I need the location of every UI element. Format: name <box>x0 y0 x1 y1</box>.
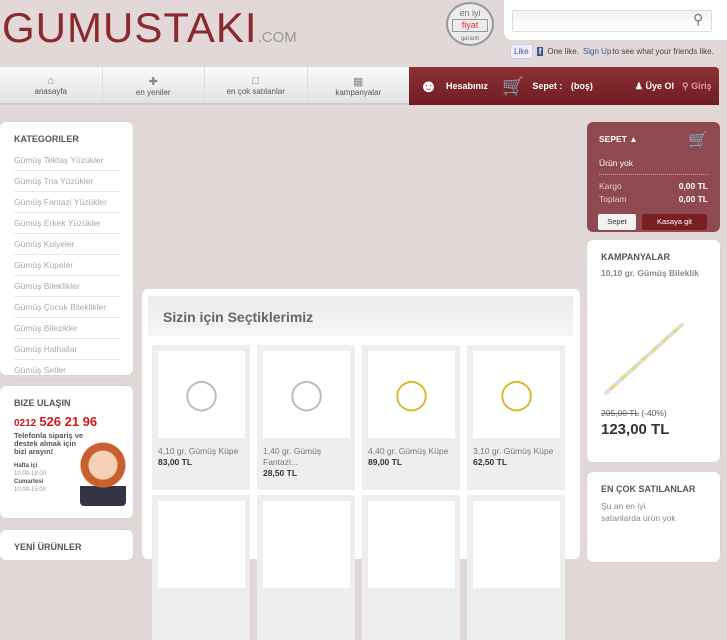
category-item[interactable]: Gümüş Kolyeler <box>14 234 119 255</box>
product-card[interactable] <box>152 495 250 640</box>
category-item[interactable]: Gümüş Setler <box>14 360 119 381</box>
logo[interactable]: GUMUSTAKI.COM <box>2 4 297 52</box>
nav-anasayfa[interactable]: ⌂ anasayfa <box>0 67 103 103</box>
support-agent-image <box>80 440 126 506</box>
category-item[interactable]: Gümüş Tektaş Yüzükler <box>14 150 119 171</box>
category-item[interactable]: Gümüş Bilezikler <box>14 318 119 339</box>
cart-icon: 🛒 <box>501 75 525 96</box>
register-link[interactable]: ♟ Üye Ol <box>635 81 674 92</box>
cart-button[interactable]: Sepet <box>598 214 636 230</box>
product-card[interactable]: ◯ 1,40 gr. Gümüş Fantazi... 28,50 TL <box>257 345 355 490</box>
product-card[interactable]: ◯ 4,40 gr. Gümüş Küpe 89,00 TL <box>362 345 460 490</box>
fb-signup-link[interactable]: Sign Up <box>583 47 611 56</box>
search-icon[interactable]: ⚲ <box>693 11 703 28</box>
cart-icon: 🛒 <box>688 132 708 149</box>
search-input[interactable] <box>512 10 712 32</box>
nav-en-cok-satilanlar[interactable]: □ en çok satılanlar <box>205 67 308 103</box>
plus-icon: ✚ <box>148 76 158 88</box>
login-link[interactable]: ⚲ Giriş <box>682 81 712 92</box>
product-image[interactable]: ◯ <box>368 351 455 438</box>
facebook-icon: f <box>536 47 544 56</box>
cart-toggle[interactable]: SEPET ▲ <box>599 134 638 150</box>
featured-title: Sizin için Seçtiklerimiz <box>148 296 573 336</box>
product-card[interactable]: ◯ 3,10 gr. Gümüş Küpe 62,50 TL <box>467 345 565 490</box>
product-card[interactable]: ◯ 4,10 gr. Gümüş Küpe 83,00 TL <box>152 345 250 490</box>
best-price-badge: en iyi fiyat garanti <box>446 2 494 46</box>
product-image[interactable]: ◯ <box>473 351 560 438</box>
nav-kampanyalar[interactable]: ▦ kampanyalar <box>308 67 410 103</box>
account-bar: ☻ Hesabınız 🛒 Sepet : (boş) ♟ Üye Ol ⚲ G… <box>409 67 719 105</box>
categories-panel: KATEGORILER Gümüş Tektaş Yüzükler Gümüş … <box>0 122 133 381</box>
old-price: 205,00 TL (-40%) <box>601 408 667 418</box>
chart-icon: □ <box>252 75 260 87</box>
category-item[interactable]: Gümüş Bileklikler <box>14 276 119 297</box>
bestsellers-panel: EN ÇOK SATILANLAR Şu an en iyi satanlard… <box>587 472 720 562</box>
facebook-like: Like f One like. Sign Up to see what your … <box>510 44 714 59</box>
category-item[interactable]: Gümüş Erkek Yüzükler <box>14 213 119 234</box>
category-item[interactable]: Gümüş Çocuk Bileklikler <box>14 297 119 318</box>
fb-like-button[interactable]: Like <box>510 44 533 59</box>
campaign-price: 123,00 TL <box>601 421 670 438</box>
category-item[interactable]: Gümüş Halhallar <box>14 339 119 360</box>
nav-en-yeniler[interactable]: ✚ en yeniler <box>103 67 205 103</box>
product-image[interactable]: ◯ <box>263 351 350 438</box>
main-nav: ⌂ anasayfa ✚ en yeniler □ en çok satılanlar… <box>0 67 409 105</box>
checkout-button[interactable]: Kasaya git <box>642 214 707 230</box>
account-link[interactable]: Hesabınız <box>446 81 488 91</box>
campaign-product-link[interactable]: 10,10 gr. Gümüş Bileklik <box>587 268 720 278</box>
cart-link[interactable]: Sepet : (boş) <box>532 81 593 91</box>
gift-icon: ▦ <box>353 76 364 88</box>
product-card[interactable] <box>362 495 460 640</box>
new-products-panel: YENİ ÜRÜNLER <box>0 530 133 560</box>
category-item[interactable]: Gümüş Fantazi Yüzükler <box>14 192 119 213</box>
category-item[interactable]: Gümüş Küpeler <box>14 255 119 276</box>
product-card[interactable] <box>467 495 565 640</box>
category-item[interactable]: Gümüş Tria Yüzükler <box>14 171 119 192</box>
phone-number: 0212 526 21 96 <box>14 414 98 429</box>
user-icon: ☻ <box>419 75 438 96</box>
home-icon: ⌂ <box>47 75 55 87</box>
product-image[interactable]: ◯ <box>158 351 245 438</box>
product-card[interactable] <box>257 495 355 640</box>
